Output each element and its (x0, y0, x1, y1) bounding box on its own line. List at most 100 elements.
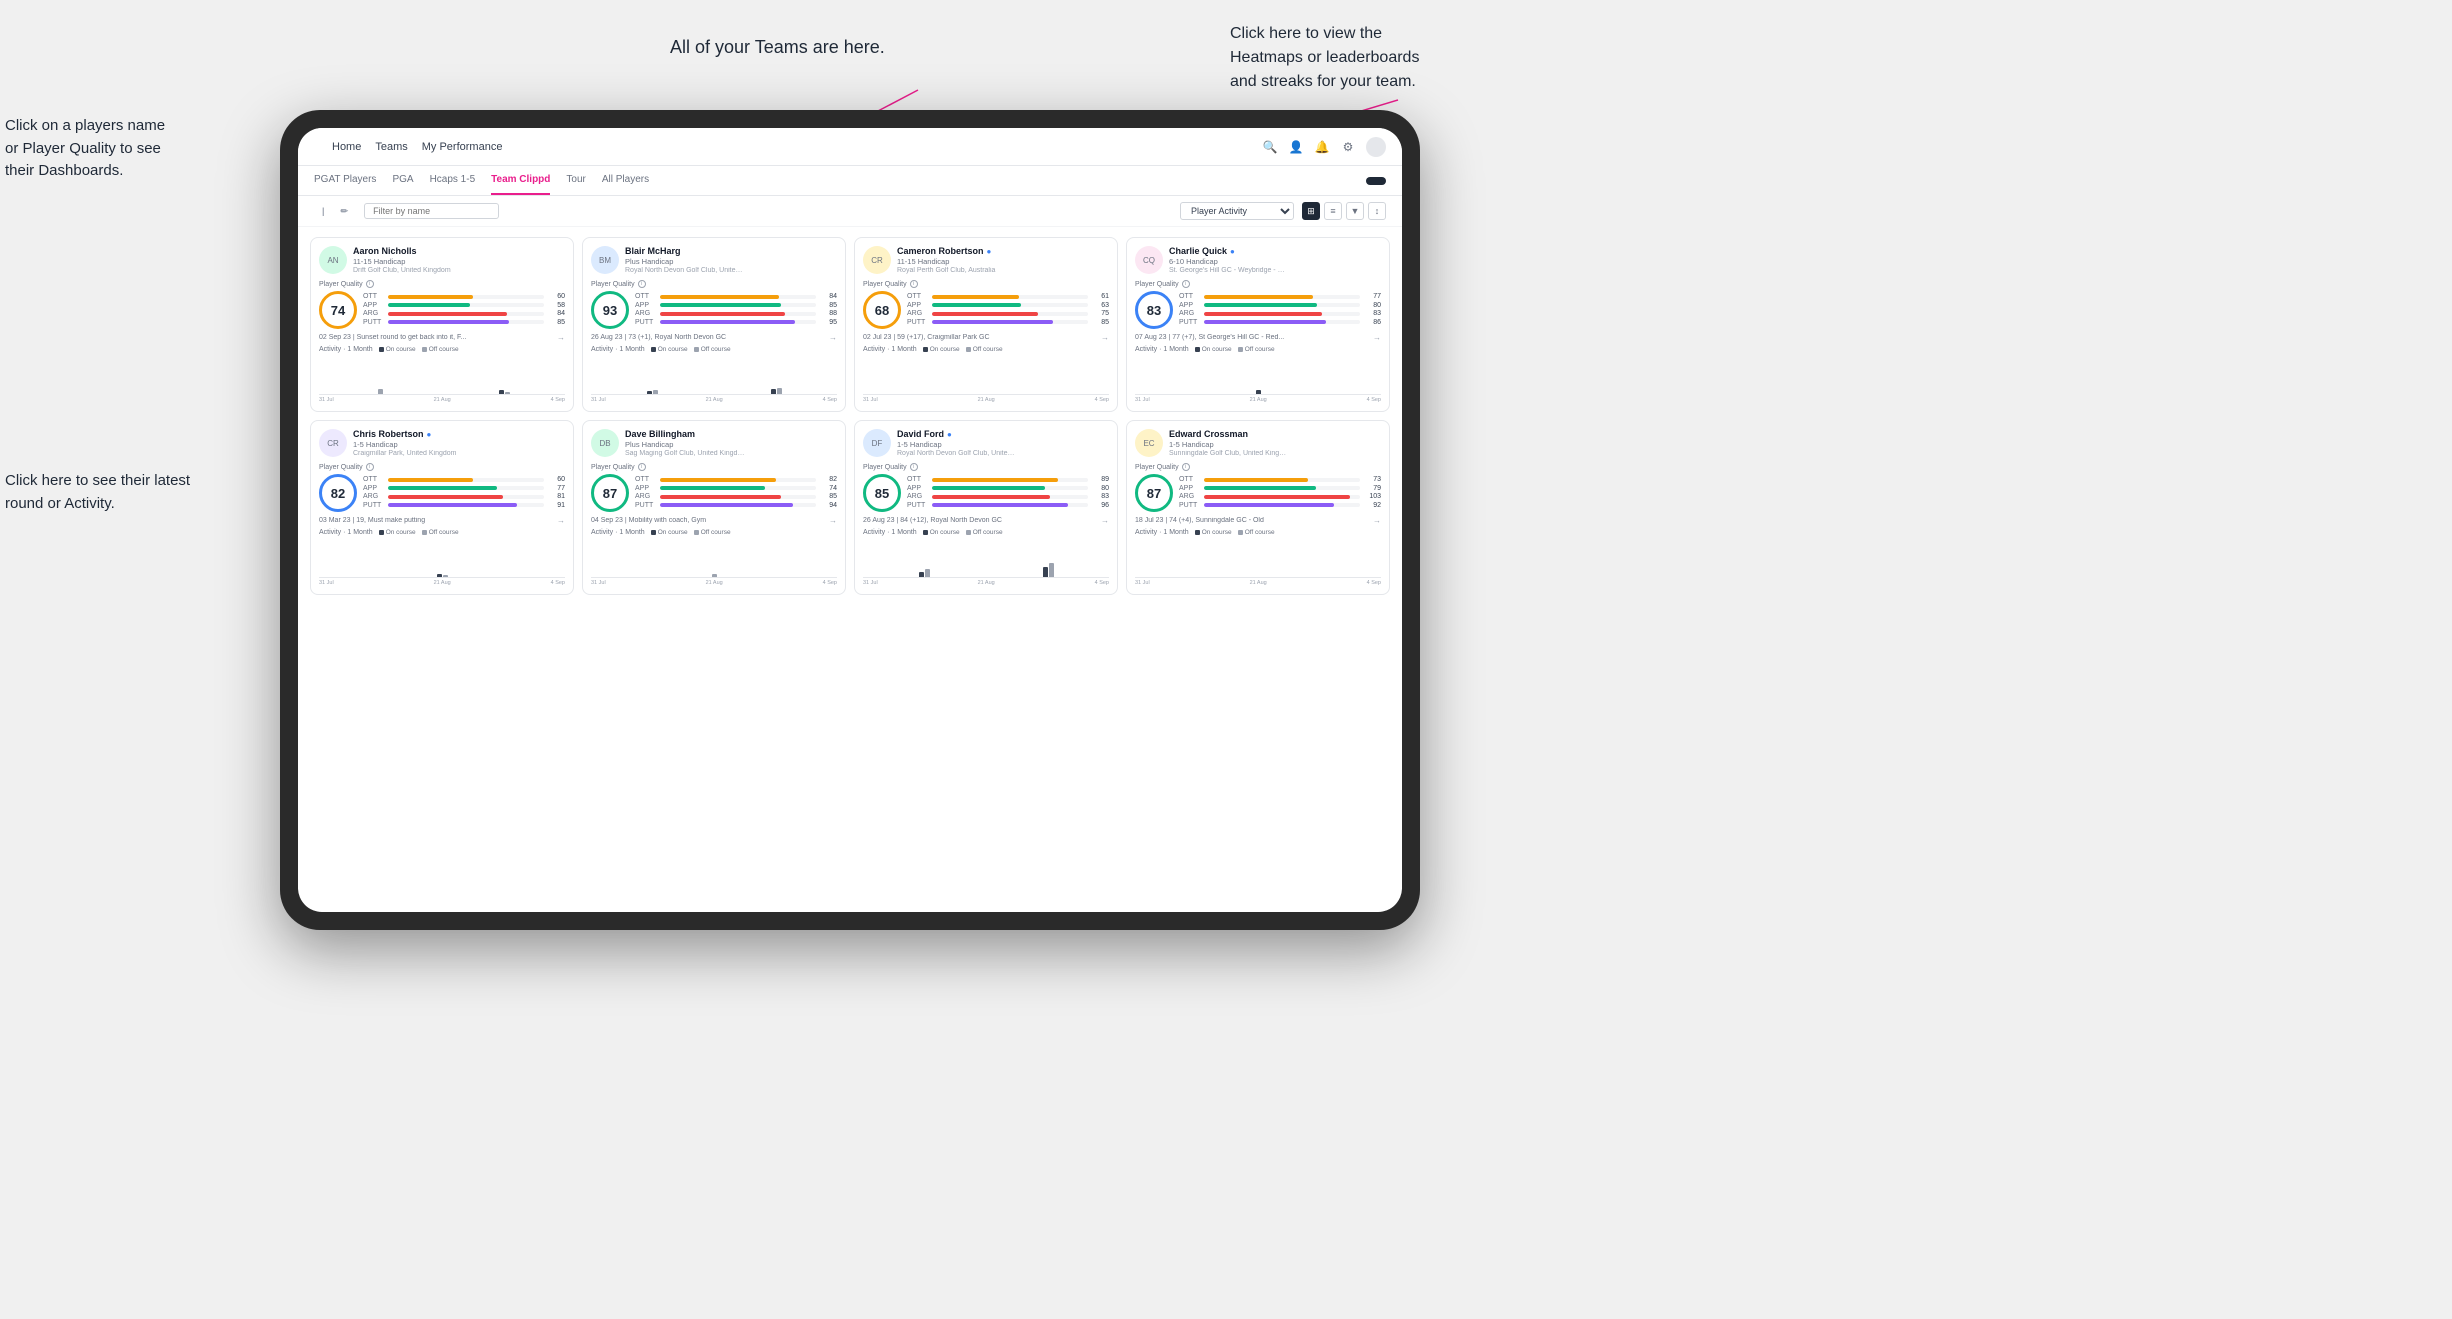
on-course-dot (923, 530, 928, 535)
search-input[interactable] (364, 203, 499, 219)
player-card-header: DF David Ford ● 1-5 Handicap Royal North… (863, 429, 1109, 457)
stat-label-putt: PUTT (907, 319, 929, 326)
stat-row-putt: PUTT 92 (1179, 502, 1381, 509)
player-name[interactable]: Dave Billingham (625, 429, 837, 439)
quality-circle[interactable]: 83 (1135, 291, 1173, 329)
player-club: Royal North Devon Golf Club, United Kin.… (897, 450, 1017, 457)
quality-section: Player Quality i 87 OTT 73 (1135, 463, 1381, 512)
tab-pga[interactable]: PGA (392, 166, 413, 195)
nav-performance[interactable]: My Performance (422, 141, 503, 153)
stat-label-putt: PUTT (363, 502, 385, 509)
stat-label-ott: OTT (907, 293, 929, 300)
player-card[interactable]: BM Blair McHarg Plus Handicap Royal Nort… (582, 237, 846, 412)
date-end: 4 Sep (551, 397, 565, 403)
tab-tour[interactable]: Tour (566, 166, 585, 195)
quality-circle[interactable]: 87 (1135, 474, 1173, 512)
grid-view-icon[interactable]: ⊞ (1302, 202, 1320, 220)
info-icon[interactable]: i (638, 463, 646, 471)
player-name[interactable]: David Ford ● (897, 429, 1109, 439)
bell-icon[interactable]: 🔔 (1314, 139, 1330, 155)
quality-circle[interactable]: 87 (591, 474, 629, 512)
player-name[interactable]: Edward Crossman (1169, 429, 1381, 439)
list-view-icon[interactable]: ≡ (1324, 202, 1342, 220)
off-course-dot (966, 347, 971, 352)
stat-row-ott: OTT 84 (635, 293, 837, 300)
latest-round[interactable]: 04 Sep 23 | Mobility with coach, Gym → (591, 516, 837, 525)
stat-value-arg: 88 (819, 310, 837, 317)
on-course-dot (379, 347, 384, 352)
off-course-dot (422, 347, 427, 352)
latest-round[interactable]: 26 Aug 23 | 73 (+1), Royal North Devon G… (591, 333, 837, 342)
show-select[interactable]: Player Activity Quality Score Trend (1180, 202, 1294, 220)
info-icon[interactable]: i (910, 280, 918, 288)
player-card[interactable]: DF David Ford ● 1-5 Handicap Royal North… (854, 420, 1118, 595)
chart-bars (1135, 355, 1381, 394)
info-icon[interactable]: i (638, 280, 646, 288)
edit-icon[interactable]: ✏ (341, 206, 349, 217)
latest-round[interactable]: 03 Mar 23 | 19, Must make putting → (319, 516, 565, 525)
stat-row-ott: OTT 60 (363, 476, 565, 483)
stat-bar-putt (1204, 503, 1360, 507)
stat-bar-arg (388, 495, 544, 499)
quality-circle[interactable]: 85 (863, 474, 901, 512)
stat-value-arg: 75 (1091, 310, 1109, 317)
latest-round[interactable]: 26 Aug 23 | 84 (+12), Royal North Devon … (863, 516, 1109, 525)
stat-label-arg: ARG (907, 310, 929, 317)
players-grid: AN Aaron Nicholls 11-15 Handicap Drift G… (298, 227, 1402, 912)
nav-right: 🔍 👤 🔔 ⚙ (1262, 137, 1386, 157)
player-name[interactable]: Charlie Quick ● (1169, 246, 1381, 256)
player-card[interactable]: CQ Charlie Quick ● 6-10 Handicap St. Geo… (1126, 237, 1390, 412)
player-name[interactable]: Chris Robertson ● (353, 429, 565, 439)
player-name[interactable]: Blair McHarg (625, 246, 837, 256)
latest-round[interactable]: 02 Sep 23 | Sunset round to get back int… (319, 333, 565, 342)
chart-bars (319, 355, 565, 394)
latest-round[interactable]: 18 Jul 23 | 74 (+4), Sunningdale GC - Ol… (1135, 516, 1381, 525)
info-icon[interactable]: i (1182, 280, 1190, 288)
nav-home[interactable]: Home (332, 141, 361, 153)
verified-icon: ● (1230, 247, 1235, 256)
date-start: 31 Jul (591, 580, 606, 586)
player-name[interactable]: Cameron Robertson ● (897, 246, 1109, 256)
stat-value-putt: 95 (819, 319, 837, 326)
stat-value-ott: 60 (547, 476, 565, 483)
player-card[interactable]: CR Chris Robertson ● 1-5 Handicap Craigm… (310, 420, 574, 595)
latest-round[interactable]: 07 Aug 23 | 77 (+7), St George's Hill GC… (1135, 333, 1381, 342)
add-team-button[interactable] (1366, 177, 1386, 185)
quality-circle[interactable]: 68 (863, 291, 901, 329)
quality-circle[interactable]: 82 (319, 474, 357, 512)
quality-content: 68 OTT 61 APP (863, 291, 1109, 329)
info-icon[interactable]: i (1182, 463, 1190, 471)
avatar-icon[interactable] (1366, 137, 1386, 157)
player-name[interactable]: Aaron Nicholls (353, 246, 565, 256)
tab-hcaps[interactable]: Hcaps 1-5 (430, 166, 476, 195)
sort-icon[interactable]: ↕ (1368, 202, 1386, 220)
on-course-label: On course (930, 346, 960, 353)
player-info: Cameron Robertson ● 11-15 Handicap Royal… (897, 246, 1109, 274)
stat-bar-arg (932, 495, 1088, 499)
info-icon[interactable]: i (366, 280, 374, 288)
tab-all-players[interactable]: All Players (602, 166, 649, 195)
chart-bars (863, 538, 1109, 577)
player-card[interactable]: DB Dave Billingham Plus Handicap Sag Mag… (582, 420, 846, 595)
player-card[interactable]: CR Cameron Robertson ● 11-15 Handicap Ro… (854, 237, 1118, 412)
info-icon[interactable]: i (366, 463, 374, 471)
search-icon[interactable]: 🔍 (1262, 139, 1278, 155)
quality-circle[interactable]: 93 (591, 291, 629, 329)
filter-icon[interactable]: ▼ (1346, 202, 1364, 220)
stat-row-putt: PUTT 85 (363, 319, 565, 326)
stat-bar-app (1204, 486, 1360, 490)
player-card[interactable]: AN Aaron Nicholls 11-15 Handicap Drift G… (310, 237, 574, 412)
quality-circle[interactable]: 74 (319, 291, 357, 329)
settings-icon[interactable]: ⚙ (1340, 139, 1356, 155)
info-icon[interactable]: i (910, 463, 918, 471)
nav-teams[interactable]: Teams (375, 141, 407, 153)
latest-round[interactable]: 02 Jul 23 | 59 (+17), Craigmillar Park G… (863, 333, 1109, 342)
tab-team-clippd[interactable]: Team Clippd (491, 166, 550, 195)
on-course-legend: On course (923, 529, 960, 536)
player-card[interactable]: EC Edward Crossman 1-5 Handicap Sunningd… (1126, 420, 1390, 595)
person-icon[interactable]: 👤 (1288, 139, 1304, 155)
player-info: Dave Billingham Plus Handicap Sag Maging… (625, 429, 837, 457)
tab-pgat-players[interactable]: PGAT Players (314, 166, 376, 195)
stat-value-putt: 86 (1363, 319, 1381, 326)
quality-stats: OTT 82 APP 74 (635, 476, 837, 510)
